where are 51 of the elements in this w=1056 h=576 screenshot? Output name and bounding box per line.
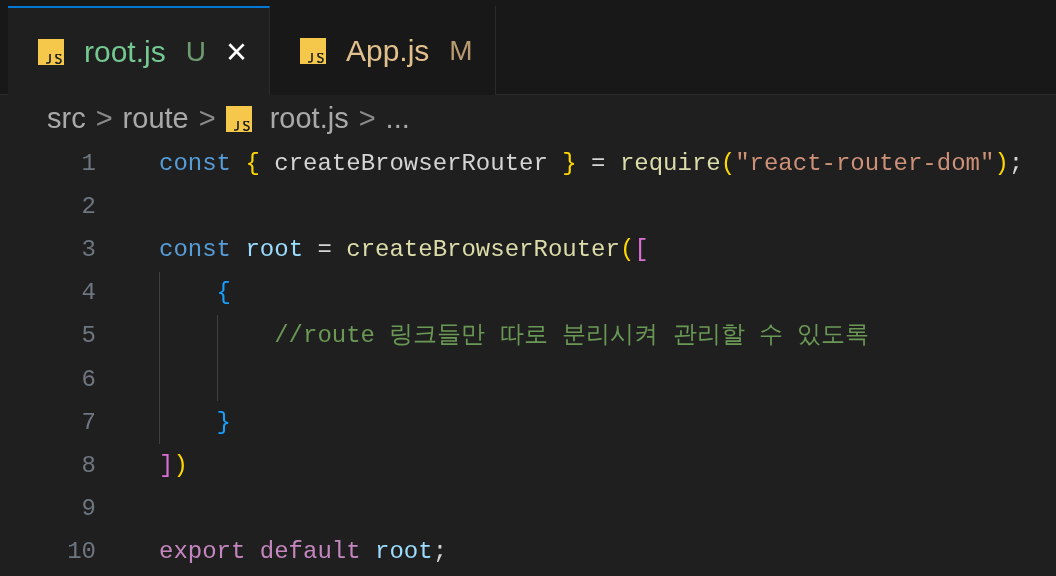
code-token: root [375, 537, 433, 568]
code-comment: //route 링크들만 따로 분리시켜 관리할 수 있도록 [274, 321, 870, 352]
git-status: M [449, 33, 473, 68]
code-token: { [245, 148, 261, 179]
code-token: ) [994, 148, 1009, 179]
line-number: 3 [80, 234, 96, 265]
code-token: { [216, 278, 231, 309]
breadcrumb-separator: > [358, 101, 376, 137]
breadcrumb-item[interactable]: route [122, 97, 189, 141]
code-token: = [590, 148, 607, 179]
line-number: 6 [80, 364, 96, 395]
js-file-icon [299, 37, 326, 64]
code-token: require [619, 148, 721, 179]
code-token: ( [720, 148, 736, 179]
breadcrumb-item[interactable]: ... [385, 97, 410, 141]
breadcrumb-separator: > [95, 101, 113, 137]
line-number: 8 [80, 450, 96, 481]
tab-filename: App.js [345, 33, 430, 69]
line-number: 10 [66, 537, 96, 568]
code-token: export default [159, 537, 362, 568]
code-token: root [245, 234, 304, 265]
code-token: ] [159, 450, 174, 481]
code-token: ( [619, 234, 635, 265]
code-token: } [216, 407, 231, 438]
code-token: createBrowserRouter [274, 148, 549, 179]
code-token: ; [1008, 148, 1024, 179]
line-number: 5 [80, 321, 96, 352]
code-token: createBrowserRouter [346, 234, 620, 265]
code-token: const [159, 148, 232, 179]
js-file-icon [225, 106, 252, 132]
code-token: const [159, 234, 232, 265]
code-token: "react-router-dom" [735, 148, 995, 179]
code-token: = [316, 234, 333, 265]
editor-tab[interactable]: App.js M [269, 6, 496, 95]
code-token: } [562, 148, 577, 179]
js-file-icon [38, 38, 64, 65]
line-number: 2 [80, 191, 96, 222]
code-token: [ [634, 234, 649, 265]
tab-filename: root.js [84, 34, 166, 70]
code-token: ; [432, 537, 448, 568]
breadcrumb-separator: > [198, 101, 216, 137]
code-token: ) [173, 450, 188, 481]
line-number: 1 [80, 148, 96, 179]
line-number: 4 [80, 278, 96, 309]
breadcrumb-item[interactable]: root.js [269, 97, 349, 141]
breadcrumb-item[interactable]: src [47, 97, 86, 141]
line-number: 7 [80, 407, 96, 438]
editor-tab[interactable]: root.js U × [8, 6, 270, 95]
line-number: 9 [80, 494, 96, 525]
git-status: U [185, 34, 206, 69]
close-button[interactable]: × [225, 33, 247, 70]
